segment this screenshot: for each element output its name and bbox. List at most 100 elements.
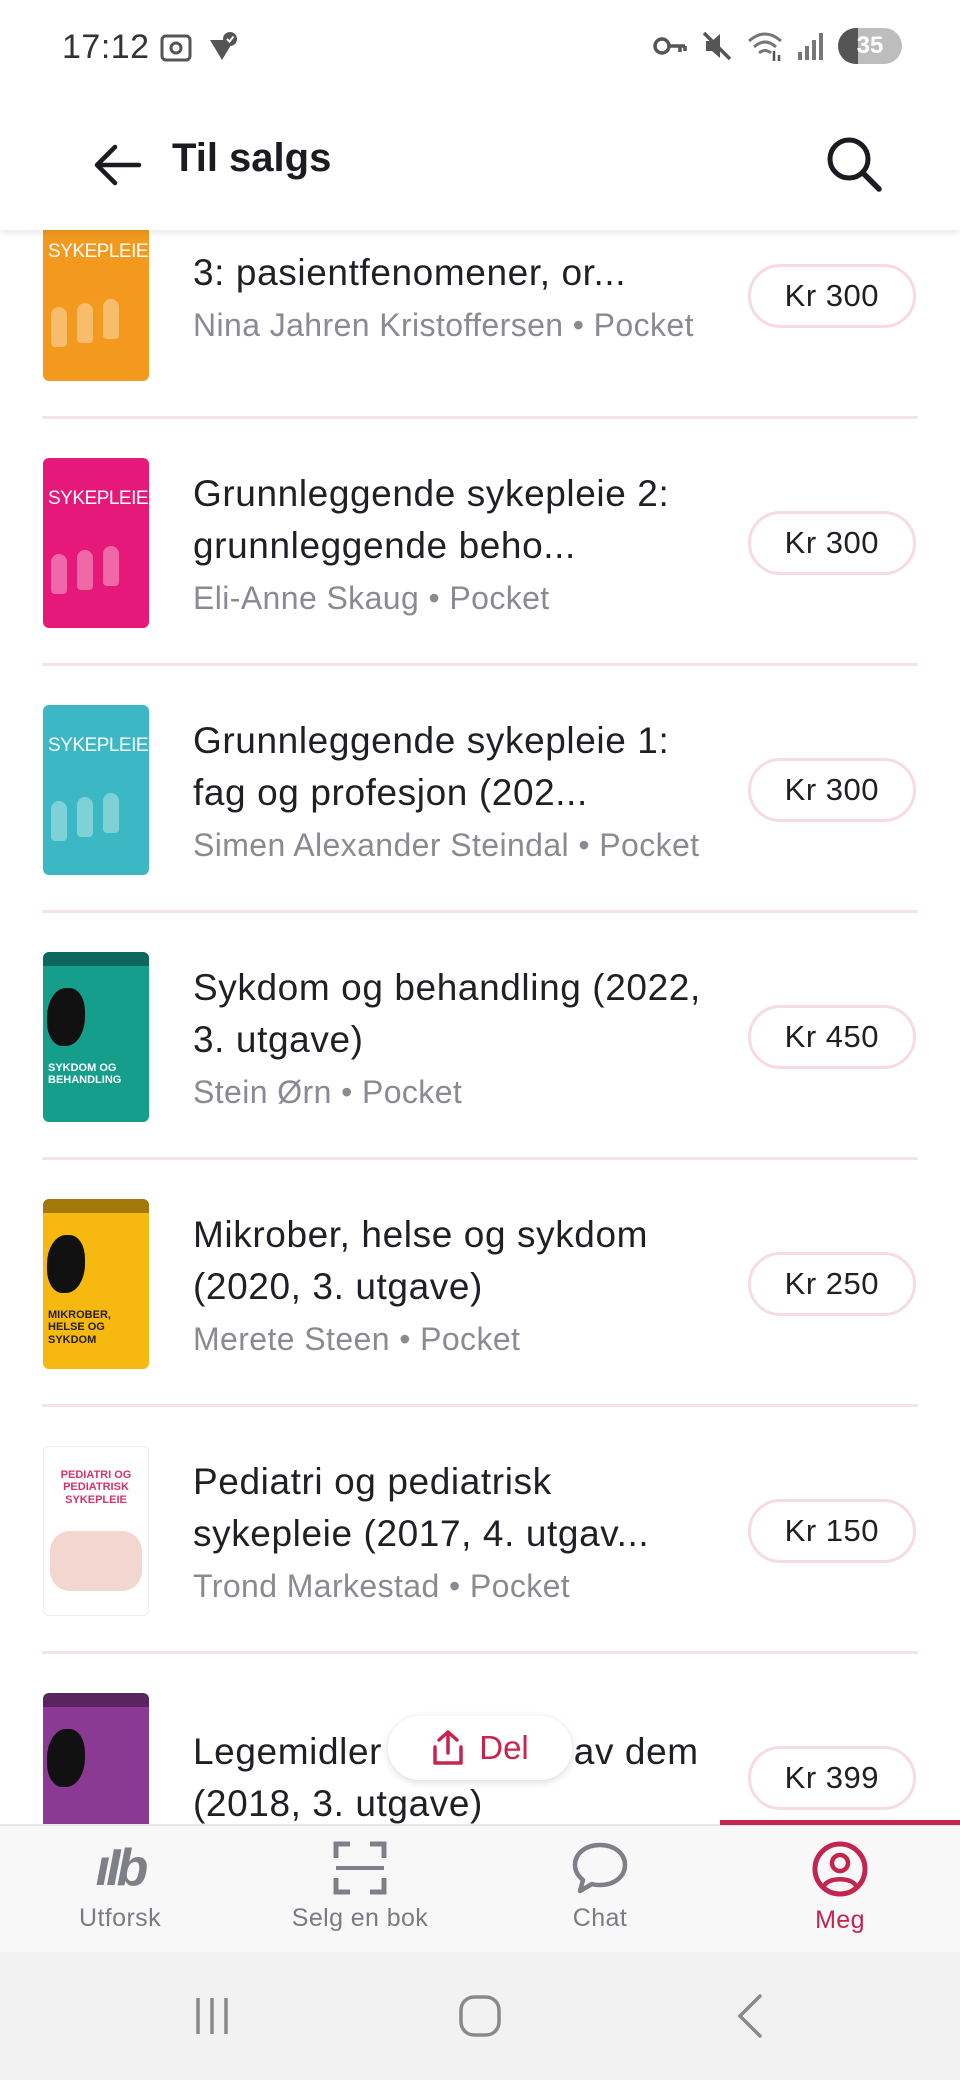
battery-level: 35 xyxy=(856,32,884,59)
status-time: 17:12 xyxy=(62,28,150,66)
status-notification-icons xyxy=(158,30,240,66)
book-meta: Trond Markestad • Pocket xyxy=(193,1566,703,1606)
chat-bubble-icon xyxy=(572,1842,628,1894)
separator-dot: • xyxy=(439,1567,470,1604)
book-meta: Eli-Anne Skaug • Pocket xyxy=(193,578,703,618)
book-meta: Simen Alexander Steindal • Pocket xyxy=(193,825,703,865)
book-title: Mikrober, helse og sykdom (2020, 3. utga… xyxy=(193,1213,649,1307)
book-cover-image: SYKEPLEIE xyxy=(43,704,149,875)
recent-apps-icon xyxy=(196,1998,228,2034)
price-tag[interactable]: Kr 300 xyxy=(747,510,916,575)
book-format: Pocket xyxy=(449,579,550,616)
ib-logo-icon: ıIb xyxy=(95,1839,149,1897)
cover-text: SYKEPLEIE xyxy=(48,734,149,756)
profile-icon xyxy=(812,1841,868,1897)
screenshot-icon xyxy=(160,34,192,62)
book-info: Grunnleggende sykepleie 1: fag og profes… xyxy=(193,715,703,865)
separator-dot: • xyxy=(389,1320,421,1357)
book-title: Sykdom og behandling (2022, 3. utgave) xyxy=(193,966,701,1060)
price-tag[interactable]: Kr 250 xyxy=(747,1251,916,1316)
book-author: Stein Ørn xyxy=(193,1073,332,1110)
book-author: Trond Markestad xyxy=(193,1567,440,1604)
search-icon xyxy=(827,137,882,192)
book-meta: Merete Steen • Pocket xyxy=(193,1319,703,1359)
back-button[interactable] xyxy=(82,130,152,200)
book-list-item[interactable]: PEDIATRI OG PEDIATRISK SYKEPLEIE Pediatri… xyxy=(0,1407,960,1654)
price-tag[interactable]: Kr 150 xyxy=(747,1498,916,1563)
recent-apps-button[interactable] xyxy=(172,1986,252,2046)
cover-text: SYKEPLEIE xyxy=(48,240,149,262)
book-format: Pocket xyxy=(361,1073,463,1110)
book-format: Pocket xyxy=(469,1567,571,1604)
bottom-nav: ıIb Utforsk Selg en bok Chat Meg xyxy=(0,1820,960,1954)
chevron-left-icon xyxy=(737,1994,762,2038)
book-list-item[interactable]: SYKEPLEIE 3: pasientfenomener, or... Nina … xyxy=(0,230,960,419)
book-format: Pocket xyxy=(599,826,700,863)
book-title: Pediatri og pediatrisk sykepleie (2017, … xyxy=(193,1460,650,1554)
book-info: Pediatri og pediatrisk sykepleie (2017, … xyxy=(193,1456,703,1606)
price-tag[interactable]: Kr 300 xyxy=(747,757,916,822)
wifi-icon xyxy=(748,32,782,61)
signal-icon xyxy=(798,33,823,60)
book-cover-image xyxy=(43,1692,149,1824)
nav-label: Selg en bok xyxy=(291,1904,429,1932)
price-tag[interactable]: Kr 399 xyxy=(747,1745,916,1810)
book-format: Pocket xyxy=(420,1320,521,1357)
book-author: Nina Jahren Kristoffersen xyxy=(193,306,564,343)
book-cover-image: SYKDOM OG BEHANDLING xyxy=(43,951,149,1122)
book-meta: Stein Ørn • Pocket xyxy=(193,1072,703,1112)
book-cover-image: SYKEPLEIE xyxy=(43,457,149,628)
book-author: Eli-Anne Skaug xyxy=(193,579,420,616)
book-title: 3: pasientfenomener, or... xyxy=(193,251,627,293)
nav-label: Utforsk xyxy=(79,1904,161,1932)
status-system-icons: 35 xyxy=(652,28,902,64)
book-author: Simen Alexander Steindal xyxy=(193,826,570,863)
book-cover-image: PEDIATRI OG PEDIATRISK SYKEPLEIE xyxy=(43,1445,149,1616)
separator-dot: • xyxy=(563,306,594,343)
separator-dot: • xyxy=(569,826,600,863)
mute-icon xyxy=(702,31,732,61)
home-icon xyxy=(459,1995,501,2037)
system-back-button[interactable] xyxy=(710,1986,790,2046)
book-list-item[interactable]: SYKEPLEIE Grunnleggende sykepleie 2: grun… xyxy=(0,419,960,666)
search-button[interactable] xyxy=(814,124,894,204)
battery-indicator: 35 xyxy=(838,28,902,64)
nav-tab-selg-en-bok[interactable]: Selg en bok xyxy=(240,1826,480,1954)
nav-tab-meg[interactable]: Meg xyxy=(720,1826,960,1954)
arrow-left-icon xyxy=(94,144,142,186)
nav-label: Meg xyxy=(815,1906,865,1934)
book-author: Merete Steen xyxy=(193,1320,390,1357)
separator-dot: • xyxy=(331,1073,362,1110)
cover-text: MIKROBER, HELSE OG SYKDOM xyxy=(48,1308,111,1346)
system-nav-bar xyxy=(0,1952,960,2080)
share-icon xyxy=(433,1730,463,1765)
book-info: 3: pasientfenomener, or... Nina Jahren Kr… xyxy=(193,247,703,345)
book-list-item[interactable]: SYKDOM OG BEHANDLING Sykdom og behandling… xyxy=(0,913,960,1160)
key-icon xyxy=(653,37,687,55)
app-header: Til salgs xyxy=(0,96,960,230)
page-title: Til salgs xyxy=(172,136,332,180)
nav-tab-utforsk[interactable]: ıIb Utforsk xyxy=(0,1826,240,1954)
share-button[interactable]: Del xyxy=(388,1716,572,1780)
book-list[interactable]: SYKEPLEIE 3: pasientfenomener, or... Nina … xyxy=(0,230,960,1824)
location-check-icon xyxy=(210,32,237,60)
nav-tab-chat[interactable]: Chat xyxy=(480,1826,720,1954)
cover-text: SYKDOM OG BEHANDLING xyxy=(48,1061,122,1087)
book-title: Grunnleggende sykepleie 2: grunnleggende… xyxy=(193,472,670,566)
active-tab-indicator xyxy=(720,1820,960,1825)
book-format: Pocket xyxy=(593,306,694,343)
cover-text: SYKEPLEIE xyxy=(48,487,149,509)
home-button[interactable] xyxy=(440,1986,520,2046)
book-cover-image: MIKROBER, HELSE OG SYKDOM xyxy=(43,1198,149,1369)
book-list-item[interactable]: MIKROBER, HELSE OG SYKDOM Mikrober, helse… xyxy=(0,1160,960,1407)
price-tag[interactable]: Kr 300 xyxy=(747,263,916,328)
book-cover-image: SYKEPLEIE xyxy=(43,230,149,381)
scan-icon xyxy=(333,1841,387,1895)
book-list-item[interactable]: SYKEPLEIE Grunnleggende sykepleie 1: fag … xyxy=(0,666,960,913)
book-info: Grunnleggende sykepleie 2: grunnleggende… xyxy=(193,468,703,618)
price-tag[interactable]: Kr 450 xyxy=(747,1004,916,1069)
separator-dot: • xyxy=(419,579,450,616)
cover-text: PEDIATRI OG PEDIATRISK SYKEPLEIE xyxy=(60,1468,132,1506)
share-label: Del xyxy=(479,1729,529,1766)
nav-label: Chat xyxy=(572,1904,628,1932)
